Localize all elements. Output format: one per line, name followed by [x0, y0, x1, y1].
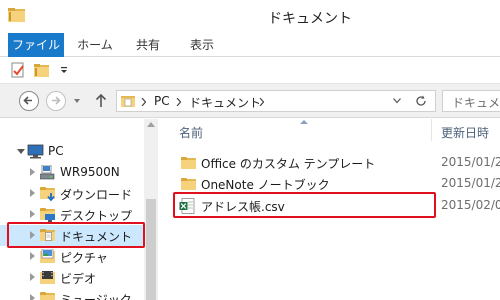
- file-name: Office のカスタム テンプレート: [201, 157, 376, 171]
- address-dropdown-icon[interactable]: [393, 98, 401, 104]
- quick-access-toolbar: [0, 57, 500, 84]
- music-folder-icon: [40, 292, 55, 300]
- breadcrumb-chevron-icon[interactable]: [176, 98, 181, 106]
- breadcrumb-documents[interactable]: ドキュメント: [189, 94, 261, 111]
- ribbon-tabs: ファイル ホーム 共有 表示: [0, 33, 500, 57]
- breadcrumb-pc[interactable]: PC: [154, 94, 170, 108]
- expand-icon[interactable]: [30, 294, 35, 300]
- scroll-up-icon[interactable]: [147, 122, 155, 127]
- nav-item-label: ビデオ: [60, 272, 97, 286]
- navigation-pane: PC WR9500N ダウンロード デスクトップ ドキュメント ピクチャ ビデオ…: [0, 119, 158, 300]
- nav-item-label: ミュージック: [60, 293, 132, 300]
- up-arrow-icon[interactable]: [95, 93, 107, 108]
- back-arrow-icon: [23, 96, 32, 105]
- forward-button[interactable]: [46, 91, 66, 111]
- refresh-icon[interactable]: [415, 95, 427, 107]
- tab-home[interactable]: ホーム: [74, 33, 116, 57]
- sort-ascending-icon: [300, 120, 308, 124]
- pc-icon: [27, 144, 44, 159]
- nav-item-pc[interactable]: PC: [0, 141, 144, 162]
- back-button[interactable]: [19, 91, 39, 111]
- expand-icon[interactable]: [30, 252, 35, 260]
- file-row[interactable]: Office のカスタム テンプレート 2015/01/2: [175, 152, 500, 174]
- forward-arrow-icon: [52, 96, 61, 105]
- file-date: 2015/01/2: [441, 176, 500, 190]
- desktop-screen-icon: [45, 214, 55, 222]
- expand-icon[interactable]: [30, 189, 35, 197]
- nav-item-wr9500n[interactable]: WR9500N: [0, 162, 144, 183]
- column-header-modified[interactable]: 更新日時: [441, 124, 489, 141]
- nav-item-label: ダウンロード: [60, 188, 133, 202]
- scroll-thumb[interactable]: [146, 199, 156, 300]
- customize-toolbar-icon[interactable]: [60, 67, 68, 75]
- expand-icon[interactable]: [30, 210, 35, 218]
- column-header-name[interactable]: 名前: [179, 124, 203, 141]
- breadcrumb-chevron-icon[interactable]: [259, 98, 264, 106]
- nav-item-label: ピクチャ: [60, 251, 108, 265]
- documents-location-icon: [121, 96, 135, 107]
- nav-item-label: PC: [48, 144, 64, 158]
- address-bar[interactable]: PC ドキュメント: [116, 90, 436, 112]
- expand-icon[interactable]: [30, 168, 35, 176]
- tab-file[interactable]: ファイル: [8, 33, 64, 57]
- nav-item-videos[interactable]: ビデオ: [0, 267, 144, 288]
- new-folder-icon[interactable]: [34, 63, 50, 77]
- nav-item-music[interactable]: ミュージック: [0, 288, 144, 300]
- file-name: OneNote ノートブック: [201, 178, 330, 192]
- search-box[interactable]: ドキュメント: [442, 90, 500, 112]
- file-date: 2015/01/2: [441, 155, 500, 169]
- window-title: ドキュメント: [268, 11, 352, 27]
- tab-view[interactable]: 表示: [182, 33, 222, 57]
- videos-folder-icon: [40, 271, 55, 284]
- nav-item-downloads[interactable]: ダウンロード: [0, 183, 144, 204]
- search-placeholder: ドキュメント: [452, 96, 500, 110]
- network-drive-icon: [40, 165, 55, 180]
- title-bar: ドキュメント: [0, 0, 500, 33]
- csv-file-highlight: [173, 192, 436, 218]
- tab-share[interactable]: 共有: [128, 33, 168, 57]
- folder-icon: [181, 178, 196, 190]
- documents-highlight: [7, 222, 145, 248]
- pictures-folder-icon: [40, 249, 55, 263]
- download-arrow-icon: [47, 193, 55, 202]
- address-row: PC ドキュメント ドキュメント: [0, 84, 500, 118]
- column-divider[interactable]: [431, 119, 432, 141]
- collapse-icon[interactable]: [17, 149, 25, 154]
- nav-item-pictures[interactable]: ピクチャ: [0, 246, 144, 267]
- folder-icon: [181, 157, 196, 169]
- nav-scrollbar[interactable]: [144, 119, 158, 300]
- file-date: 2015/02/0: [441, 198, 500, 212]
- expand-icon[interactable]: [30, 273, 35, 281]
- nav-item-label: WR9500N: [60, 165, 120, 179]
- properties-icon[interactable]: [11, 62, 27, 79]
- recent-locations-icon[interactable]: [73, 97, 81, 105]
- breadcrumb-chevron-icon[interactable]: [141, 98, 146, 106]
